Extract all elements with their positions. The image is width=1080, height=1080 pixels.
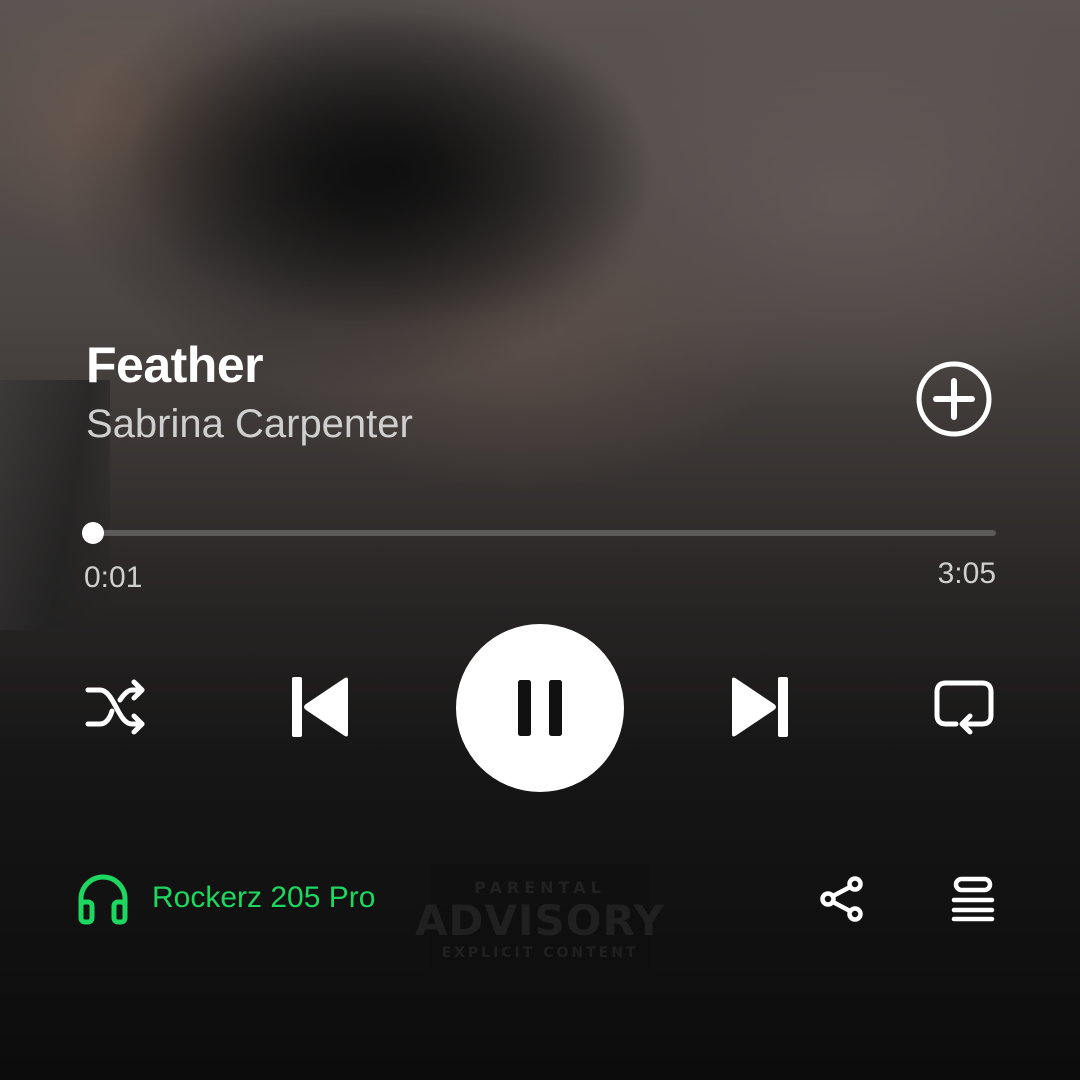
queue-icon[interactable]: [950, 876, 996, 922]
skip-next-icon[interactable]: [728, 674, 792, 740]
repeat-icon[interactable]: [932, 678, 996, 738]
total-time: 3:05: [937, 557, 996, 590]
advisory-line-3: EXPLICIT CONTENT: [441, 945, 639, 961]
album-art-figure: [30, 0, 720, 360]
shuffle-icon[interactable]: [84, 678, 148, 736]
pause-icon: [518, 680, 562, 736]
advisory-line-2: ADVISORY: [415, 896, 665, 945]
artist-name[interactable]: Sabrina Carpenter: [86, 402, 413, 447]
progress-thumb[interactable]: [81, 522, 104, 544]
add-to-library-icon[interactable]: [914, 359, 994, 439]
progress-bar[interactable]: [81, 522, 996, 544]
parental-advisory-label: PARENTAL ADVISORY EXPLICIT CONTENT: [415, 864, 664, 976]
track-title: Feather: [86, 337, 264, 393]
share-icon[interactable]: [818, 876, 866, 922]
elapsed-time: 0:01: [84, 561, 143, 594]
advisory-line-1: PARENTAL: [474, 878, 606, 897]
play-pause-button[interactable]: [456, 624, 624, 792]
device-name: Rockerz 205 Pro: [152, 881, 376, 914]
skip-previous-icon[interactable]: [288, 674, 352, 740]
connected-device[interactable]: Rockerz 205 Pro: [76, 870, 375, 926]
headphones-icon: [78, 874, 128, 925]
